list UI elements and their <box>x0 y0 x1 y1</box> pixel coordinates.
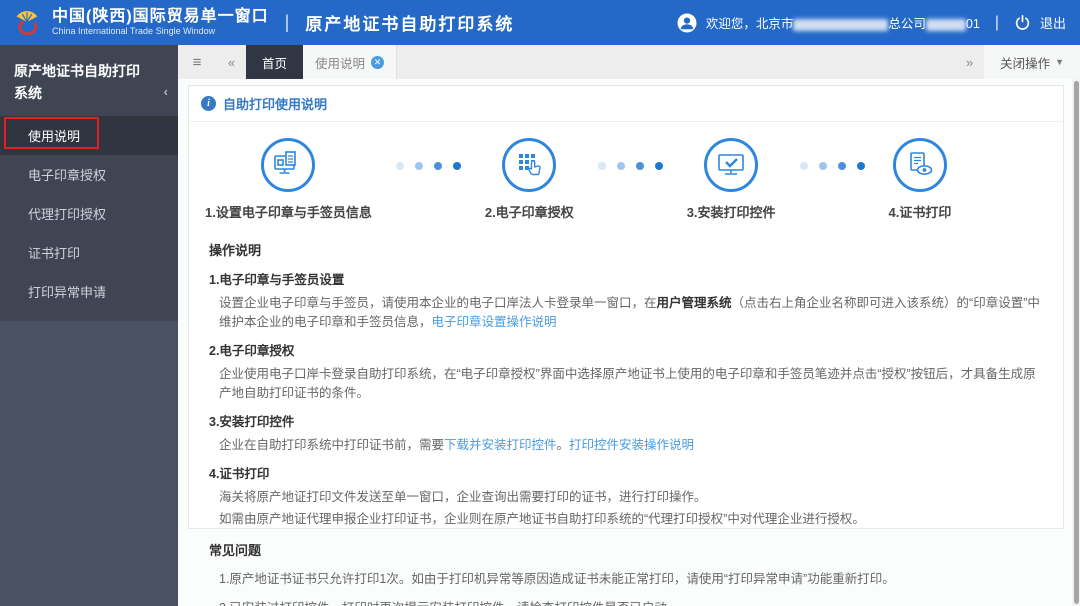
single-window-logo-icon <box>16 10 38 35</box>
steps-row: 1.设置电子印章与手签员信息 2.电子印章授权 3.安装打印控件 4.证书打印 <box>189 122 1063 225</box>
user-avatar-icon <box>677 13 697 32</box>
bold-text: 用户管理系统 <box>656 295 732 310</box>
welcome-mid: 总公司 <box>888 17 926 31</box>
sidebar-item-print-exception-request[interactable]: 打印异常申请 <box>0 272 178 311</box>
sidebar-item-label: 代理打印授权 <box>28 207 107 223</box>
sidebar-title: 原产地证书自助打印系统 ‹ <box>0 45 178 116</box>
welcome-prefix: 欢迎您，北京市 <box>705 17 794 31</box>
welcome-suffix: 01 <box>965 17 980 31</box>
text: 企业在自助打印系统中打印证书前，需要 <box>219 437 445 452</box>
step-connector-dots <box>372 138 485 170</box>
page-title: 原产地证书自助打印系统 <box>305 15 515 34</box>
step-label: 4.证书打印 <box>888 205 952 220</box>
power-icon[interactable] <box>1014 14 1031 31</box>
tabs-scroll-right-icon[interactable]: » <box>954 45 984 79</box>
app-window: 中国(陕西)国际贸易单一窗口 China International Trade… <box>0 0 1080 606</box>
tab-label: 首页 <box>262 56 288 71</box>
sidebar-title-text: 原产地证书自助打印系统 <box>14 63 140 101</box>
step-install-print-control: 3.安装打印控件 <box>687 138 776 221</box>
download-print-control-link[interactable]: 下载并安装打印控件 <box>444 438 557 452</box>
menu-toggle-icon[interactable]: ≡ <box>178 45 216 79</box>
step-label: 3.安装打印控件 <box>686 205 776 220</box>
section4-heading: 4.证书打印 <box>209 467 270 482</box>
welcome-text: 欢迎您，北京市 总公司 01 <box>706 13 980 32</box>
step-eseal-authorization: 2.电子印章授权 <box>485 138 574 221</box>
close-operations-dropdown[interactable]: 关闭操作 ▼ <box>984 45 1080 79</box>
tabs-scroll-left-icon[interactable]: « <box>216 45 246 79</box>
step-certificate-print: 4.证书打印 <box>888 138 952 221</box>
section1-paragraph: 设置企业电子印章与手签员，请使用本企业的电子口岸法人卡登录单一窗口，在用户管理系… <box>209 294 1043 333</box>
tab-label: 使用说明 <box>315 56 366 71</box>
text: 设置企业电子印章与手签员，请使用本企业的电子口岸法人卡登录单一窗口，在 <box>219 295 657 310</box>
chevron-down-icon: ▼ <box>1055 57 1064 67</box>
close-tab-icon[interactable]: ✕ <box>371 55 385 69</box>
header-user-area: 欢迎您，北京市 总公司 01 | 退出 <box>677 13 1066 33</box>
keypad-hand-icon <box>502 138 557 192</box>
step-connector-dots <box>574 138 687 170</box>
section3-paragraph: 企业在自助打印系统中打印证书前，需要下载并安装打印控件。打印控件安装操作说明 <box>209 436 1043 455</box>
faq-item-2: 2.已安装过打印控件，打印时再次提示安装打印控件，请检查打印控件是否已启动。 <box>209 599 1043 606</box>
instruction-sections: 操作说明 1.电子印章与手签员设置 设置企业电子印章与手签员，请使用本企业的电子… <box>189 225 1063 606</box>
monitor-document-icon <box>261 138 316 192</box>
monitor-check-icon <box>704 138 759 192</box>
print-control-install-guide-link[interactable]: 打印控件安装操作说明 <box>569 438 694 452</box>
sidebar-item-label: 证书打印 <box>28 246 81 262</box>
sidebar-collapse-icon[interactable]: ‹ <box>164 82 168 102</box>
sidebar-item-label: 使用说明 <box>28 129 81 145</box>
section3-heading: 3.安装打印控件 <box>209 415 295 430</box>
redacted-text <box>793 18 889 31</box>
header-pipe: | <box>994 13 999 31</box>
panel-title: 自助打印使用说明 <box>223 97 328 112</box>
brand-block: 中国(陕西)国际贸易单一窗口 China International Trade… <box>52 8 269 37</box>
faq-item-1: 1.原产地证书证书只允许打印1次。如由于打印机异常等原因造成证书未能正常打印，请… <box>219 572 895 587</box>
section4-paragraph-2: 如需由原产地证代理申报企业打印证书，企业则在原产地证书自助打印系统的“代理打印授… <box>219 511 865 526</box>
step-label: 2.电子印章授权 <box>484 205 574 220</box>
header-divider: | <box>284 12 290 32</box>
step-label: 1.设置电子印章与手签员信息 <box>205 205 372 220</box>
section1-heading: 1.电子印章与手签员设置 <box>209 273 345 288</box>
tab-usage-instructions[interactable]: 使用说明 ✕ <box>303 45 398 79</box>
step-connector-dots <box>776 138 889 170</box>
brand-title: 中国(陕西)国际贸易单一窗口 <box>52 7 269 25</box>
logout-button[interactable]: 退出 <box>1040 13 1066 32</box>
sidebar-item-agent-print-authorization[interactable]: 代理打印授权 <box>0 194 178 233</box>
operations-heading: 操作说明 <box>209 243 262 258</box>
sidebar-item-label: 打印异常申请 <box>28 285 107 301</box>
sidebar-item-certificate-print[interactable]: 证书打印 <box>0 233 178 272</box>
sidebar-item-eseal-authorization[interactable]: 电子印章授权 <box>0 155 178 194</box>
instructions-panel: i 自助打印使用说明 1.设置电子印章与手签员信息 2.电子印章授权 3.安装打… <box>188 85 1064 606</box>
info-icon: i <box>201 96 216 111</box>
section4-paragraph-1: 海关将原产地证打印文件发送至单一窗口，企业查询出需要打印的证书，进行打印操作。 <box>219 489 707 504</box>
panel-header: i 自助打印使用说明 <box>189 86 1063 122</box>
sidebar-item-label: 电子印章授权 <box>28 168 107 184</box>
step-setup-eseal: 1.设置电子印章与手签员信息 <box>205 138 372 221</box>
scrollbar-thumb[interactable] <box>1074 81 1079 604</box>
sidebar-menu-group: 原产地证书自助打印系统 ‹ 使用说明 电子印章授权 代理打印授权 证书打印 打印… <box>0 45 178 322</box>
tab-bar: ≡ « 首页 使用说明 ✕ » 关闭操作 ▼ <box>178 45 1080 79</box>
sidebar-item-usage-instructions[interactable]: 使用说明 <box>0 116 178 156</box>
tabbar-spacer <box>397 45 954 79</box>
section2-heading: 2.电子印章授权 <box>209 344 295 359</box>
main-area: ≡ « 首页 使用说明 ✕ » 关闭操作 ▼ i 自助打印使用说明 1.设置电子… <box>178 45 1080 606</box>
tab-home[interactable]: 首页 <box>246 45 304 79</box>
text: 。 <box>556 437 570 452</box>
close-operations-label: 关闭操作 <box>1000 56 1051 71</box>
faq-heading: 常见问题 <box>209 543 262 559</box>
document-eye-icon <box>892 138 947 192</box>
redacted-text <box>925 18 966 31</box>
sidebar: 原产地证书自助打印系统 ‹ 使用说明 电子印章授权 代理打印授权 证书打印 打印… <box>0 45 178 606</box>
section2-paragraph: 企业使用电子口岸卡登录自助打印系统，在“电子印章授权”界面中选择原产地证书上使用… <box>219 366 1036 401</box>
brand-subtitle: China International Trade Single Window <box>52 26 216 37</box>
eseal-setup-guide-link[interactable]: 电子印章设置操作说明 <box>432 315 557 329</box>
top-header: 中国(陕西)国际贸易单一窗口 China International Trade… <box>0 0 1080 45</box>
